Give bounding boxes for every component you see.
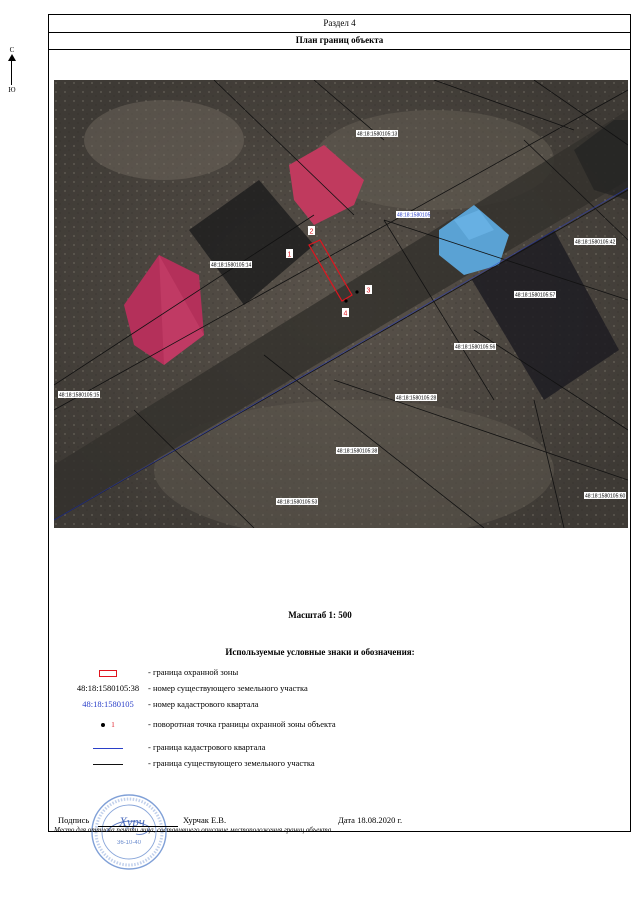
legend-text: - номер кадастрового квартала xyxy=(148,699,259,709)
vertex-point-icon xyxy=(101,723,106,728)
satellite-map: 1 2 3 4 48:18:1580105:13 48:18:1580105:1… xyxy=(54,80,628,528)
legend-text: - граница охранной зоны xyxy=(148,667,239,677)
vertex-label-1: 1 xyxy=(288,252,292,259)
signature-label: Подпись xyxy=(58,815,90,825)
north-arrow-icon: С Ю xyxy=(6,46,18,104)
vertex-label-3: 3 xyxy=(367,288,371,295)
quarter-boundary-line-icon xyxy=(93,747,123,749)
parcel-label: 48:18:1580105:56 xyxy=(455,345,496,351)
vertex-label-2: 2 xyxy=(310,229,314,236)
parcel-label: 48:18:1580105:60 xyxy=(585,494,626,500)
stamp-placement-note: Место для оттиска печати лица, составивш… xyxy=(54,826,332,834)
parcel-label: 48:18:1580105:14 xyxy=(211,263,252,269)
parcel-label: 48:18:1580105:13 xyxy=(357,132,398,138)
legend-text: - граница кадастрового квартала xyxy=(148,742,266,752)
quarter-label: 48:18:1580105 xyxy=(397,213,431,219)
legend-title: Используемые условные знаки и обозначени… xyxy=(225,647,415,657)
parcel-label: 48:18:1580105:53 xyxy=(277,500,318,506)
parcel-boundary-line-icon xyxy=(93,763,123,765)
map-scale: Масштаб 1: 500 xyxy=(288,610,352,620)
parcel-label: 48:18:1580105:42 xyxy=(575,240,616,246)
legend-text: - поворотная точка границы охранной зоны… xyxy=(148,719,336,729)
legend-text: - номер существующего земельного участка xyxy=(148,683,308,693)
compass-south-label: Ю xyxy=(8,86,16,94)
parcel-label: 48:18:1580105:57 xyxy=(515,293,556,299)
legend-text: - граница существующего земельного участ… xyxy=(148,758,315,768)
vertex-label-4: 4 xyxy=(344,311,348,318)
parcel-label: 48:18:1580105:28 xyxy=(396,396,437,402)
signature-date: Дата 18.08.2020 г. xyxy=(338,815,403,825)
page-title: План границ объекта xyxy=(49,32,630,50)
signer-name: Хурчак Е.В. xyxy=(183,815,227,825)
vertex-point-icon xyxy=(344,299,348,303)
legend-vertex-number: 1 xyxy=(111,721,115,729)
zone-boundary-icon xyxy=(99,669,117,677)
vertex-point-icon xyxy=(355,290,359,294)
section-header: Раздел 4 xyxy=(49,15,630,33)
stamp-text: 36-10-40 xyxy=(117,840,142,846)
compass-north-label: С xyxy=(9,46,15,54)
parcel-label: 48:18:1580105:15 xyxy=(59,393,100,399)
parcel-label: 48:18:1580105:38 xyxy=(337,449,378,455)
